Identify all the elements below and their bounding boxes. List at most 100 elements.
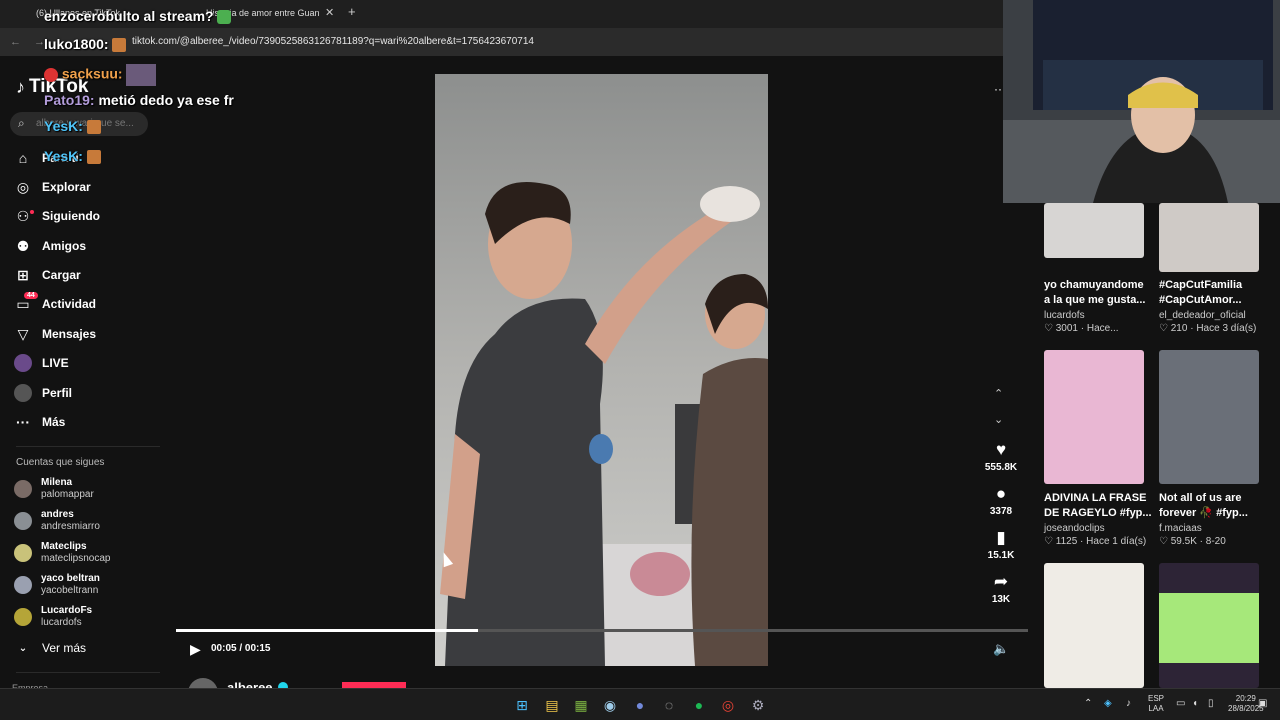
emote-icon [126, 64, 157, 86]
new-tab-button[interactable]: + [348, 4, 356, 19]
recommendation-age: Hace... [1086, 323, 1119, 334]
tray-chevron-icon[interactable]: ⌃ [1084, 698, 1092, 709]
sidebar-item-cargar[interactable]: ⊞ Cargar [14, 263, 81, 287]
minecraft-icon[interactable]: ▦ [572, 696, 590, 714]
recommendation-author[interactable]: el_dedeador_oficial [1159, 310, 1246, 321]
account-name: Mateclips [41, 541, 87, 552]
chevron-down-icon: ⌄ [18, 642, 28, 654]
back-icon[interactable]: ← [10, 36, 21, 48]
sidebar-item-perfil[interactable]: Perfil [14, 381, 72, 405]
battery-icon[interactable]: ▯ [1208, 698, 1214, 709]
avatar [14, 544, 32, 562]
settings-icon[interactable]: ⚙ [749, 696, 767, 714]
account-name: andres [41, 509, 74, 520]
avatar [14, 576, 32, 594]
comment-count: 3378 [989, 506, 1013, 517]
discord-icon[interactable]: ● [631, 696, 649, 714]
webcam-frame [1003, 0, 1280, 203]
recommendation-age: Hace 1 día(s) [1086, 536, 1147, 547]
following-account[interactable]: LucardoFs lucardofs [14, 605, 92, 629]
sidebar-item-live[interactable]: LIVE [14, 351, 69, 375]
recommendation-thumbnail[interactable] [1159, 563, 1259, 688]
recommendation-likes: 59.5K [1170, 536, 1197, 547]
search-icon: ⌕ [18, 116, 25, 130]
recommendation-title[interactable]: ADIVINA LA FRASE DE RAGEYLO #fyp... [1044, 491, 1152, 521]
previous-video-icon[interactable]: ⌃ [994, 387, 1003, 400]
chat-message: enzocerobulto al stream? [44, 8, 232, 25]
see-more-label: Ver más [42, 641, 87, 655]
video-player[interactable] [435, 74, 768, 666]
account-handle: palomappar [41, 489, 94, 500]
steam-icon[interactable]: ◉ [601, 696, 619, 714]
recommendation-thumbnail[interactable] [1159, 203, 1259, 272]
recommendation-thumbnail[interactable] [1044, 203, 1144, 258]
account-handle: lucardofs [41, 617, 82, 628]
sidebar-item-mas[interactable]: ··· Más [14, 410, 65, 434]
tiktok-icon: ♪ [16, 76, 25, 97]
emote-icon [217, 10, 232, 25]
activity-icon: ▭ 44 [14, 291, 38, 313]
recommendation-author[interactable]: f.maciaas [1159, 523, 1202, 534]
save-button[interactable]: ▮ 15.1K [978, 528, 1024, 561]
comment-button[interactable]: ● 3378 [978, 484, 1024, 517]
sidebar-item-mensajes[interactable]: ▽ Mensajes [14, 322, 96, 346]
file-explorer-icon[interactable]: ▤ [543, 696, 561, 714]
recommendation-author[interactable]: joseandoclips [1044, 523, 1105, 534]
sidebar-item-amigos[interactable]: ⚉ Amigos [14, 234, 86, 258]
layout-code: LAA [1148, 704, 1164, 713]
like-button[interactable]: ♥ 555.8K [978, 440, 1024, 473]
chat-username: luko1800: [44, 36, 109, 52]
chat-message: Pato19: metió dedo ya ese fr [44, 92, 234, 108]
sidebar-item-explorar[interactable]: ◎ Explorar [14, 175, 91, 199]
progress-bar[interactable] [176, 629, 1028, 632]
sidebar-item-label: LIVE [42, 356, 69, 370]
recommendation-thumbnail[interactable] [1044, 350, 1144, 484]
home-icon: ⌂ [18, 150, 28, 166]
recommendation-title[interactable]: Not all of us are forever 🥀 #fyp... [1159, 491, 1267, 521]
sidebar-item-label: Mensajes [42, 327, 97, 341]
following-account[interactable]: Mateclips mateclipsnocap [14, 541, 110, 565]
recommendation-thumbnail[interactable] [1044, 563, 1144, 688]
chat-username: Pato19: [44, 92, 95, 108]
recommendation-title[interactable]: #CapCutFamilia #CapCutAmor... [1159, 278, 1267, 308]
sidebar-item-label: Más [42, 415, 66, 429]
comment-icon: ● [995, 484, 1007, 503]
close-tab-icon[interactable]: ✕ [325, 6, 334, 19]
recommendation-title[interactable]: yo chamuyandome a la que me gusta... [1044, 278, 1152, 308]
thumbnail-overlay [1159, 593, 1259, 663]
share-button[interactable]: ➦ 13K [978, 572, 1024, 605]
windows-start-icon[interactable]: ⊞ [513, 696, 531, 714]
next-video-icon[interactable]: ⌄ [994, 413, 1003, 426]
network-icon[interactable]: ▭ [1176, 698, 1185, 709]
divider [16, 672, 160, 673]
language-indicator[interactable]: ESP LAA [1148, 694, 1164, 714]
sidebar-item-siguiendo[interactable]: ⚇ Siguiendo [14, 204, 100, 228]
divider [16, 446, 160, 447]
share-count: 13K [991, 594, 1011, 605]
save-count: 15.1K [987, 550, 1015, 561]
account-name: Milena [41, 477, 73, 488]
chrome-icon[interactable]: ◎ [719, 696, 737, 714]
url-field[interactable]: tiktok.com/@alberee_/video/7390525863126… [132, 36, 534, 47]
sidebar-item-actividad[interactable]: ▭ 44 Actividad [14, 291, 96, 316]
play-icon[interactable]: ▶ [190, 641, 201, 658]
following-account[interactable]: Milena palomappar [14, 477, 94, 501]
following-account[interactable]: andres andresmiarro [14, 509, 100, 533]
security-icon[interactable]: ◈ [1104, 698, 1112, 709]
account-handle: andresmiarro [41, 521, 100, 532]
spotify-icon[interactable]: ● [690, 696, 708, 714]
recommendation-stats: ♡ 59.5K · 8-20 [1159, 536, 1226, 547]
volume-icon[interactable]: 🔈 [993, 641, 1009, 657]
microphone-icon[interactable]: ♪ [1126, 698, 1131, 709]
recommendation-thumbnail[interactable] [1159, 350, 1259, 484]
badge-icon [44, 68, 58, 82]
see-more-button[interactable]: ⌄ Ver más [14, 636, 86, 660]
time-display: 00:05 / 00:15 [211, 643, 271, 654]
account-name: yaco beltran [41, 573, 100, 584]
following-account[interactable]: yaco beltran yacobeltrann [14, 573, 100, 597]
obs-icon[interactable]: ◌ [660, 696, 678, 714]
notifications-icon[interactable]: ▣ [1258, 698, 1267, 709]
chat-message: YesK: [44, 148, 101, 165]
speaker-icon[interactable]: ◖ [1192, 698, 1198, 709]
recommendation-author[interactable]: lucardofs [1044, 310, 1085, 321]
